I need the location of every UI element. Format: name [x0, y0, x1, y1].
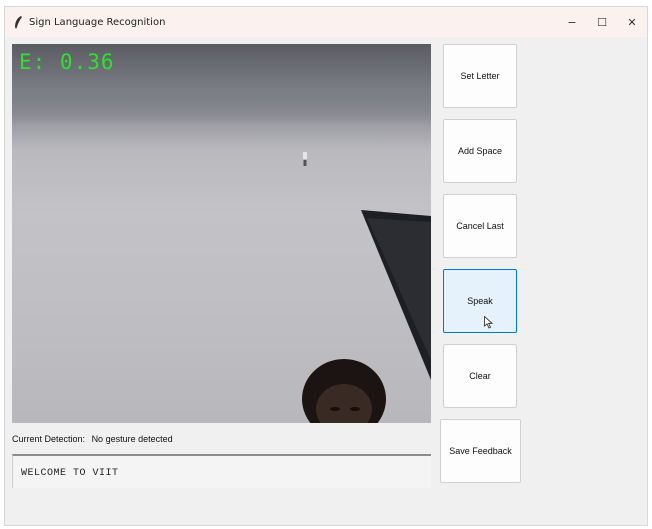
mouse-pointer-icon [484, 316, 493, 329]
camera-prediction-label: E: 0.36 [19, 50, 115, 74]
close-button[interactable]: ✕ [617, 7, 647, 37]
maximize-button[interactable]: ☐ [587, 7, 617, 37]
set-letter-button[interactable]: Set Letter [443, 44, 517, 108]
current-detection: Current Detection: No gesture detected [12, 434, 173, 444]
window-controls: − ☐ ✕ [557, 7, 647, 37]
camera-wall-fixture [303, 152, 307, 166]
save-feedback-button[interactable]: Save Feedback [440, 419, 521, 483]
current-detection-label: Current Detection: [12, 434, 86, 444]
sentence-output-text: WELCOME TO VIIT [21, 468, 119, 479]
clear-button[interactable]: Clear [443, 344, 517, 408]
cancel-last-button[interactable]: Cancel Last [443, 194, 517, 258]
sentence-output[interactable]: WELCOME TO VIIT [12, 454, 431, 488]
camera-feed: E: 0.36 [12, 44, 431, 423]
current-detection-value: No gesture detected [91, 434, 173, 444]
camera-person [302, 359, 386, 423]
app-window: Sign Language Recognition − ☐ ✕ E: 0.36 … [4, 6, 648, 526]
speak-button[interactable]: Speak [443, 269, 517, 333]
minimize-button[interactable]: − [557, 7, 587, 37]
window-title: Sign Language Recognition [29, 16, 166, 28]
add-space-button[interactable]: Add Space [443, 119, 517, 183]
title-bar[interactable]: Sign Language Recognition − ☐ ✕ [5, 7, 647, 37]
feather-icon [13, 15, 25, 29]
